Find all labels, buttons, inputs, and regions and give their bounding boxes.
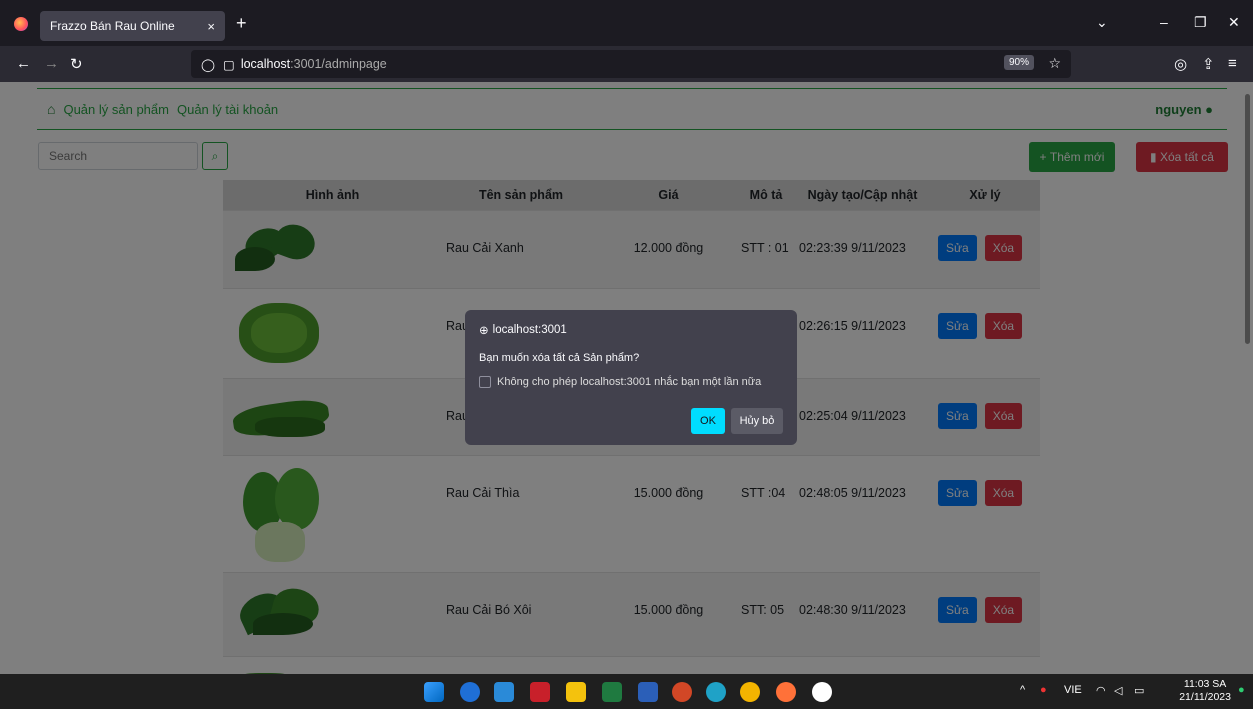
language-indicator[interactable]: VIE xyxy=(1064,684,1082,696)
dialog-checkbox-label: Không cho phép localhost:3001 nhắc bạn m… xyxy=(497,376,762,388)
dialog-message: Bạn muốn xóa tất cả Sản phẩm? xyxy=(479,352,640,364)
bookmark-star-icon[interactable]: ☆ xyxy=(1048,55,1061,72)
new-tab-button[interactable]: + xyxy=(236,13,247,34)
taskbar: ^ ● VIE ◠ ◁ ▭ 11:03 SA 21/11/2023 ● xyxy=(0,674,1253,709)
extensions-icon[interactable]: ⇪ xyxy=(1202,55,1215,73)
wifi-icon[interactable]: ◠ xyxy=(1096,684,1106,697)
chrome-icon[interactable] xyxy=(740,682,760,702)
url-host: localhost xyxy=(240,57,291,71)
browser-tab[interactable]: Frazzo Bán Rau Online × xyxy=(40,11,225,41)
reload-icon[interactable]: ↻ xyxy=(70,55,83,73)
url-path: :3001/adminpage xyxy=(290,57,387,71)
forward-icon[interactable]: → xyxy=(44,55,59,72)
globe-icon: ⊕ xyxy=(479,325,489,337)
zoom-badge[interactable]: 90% xyxy=(1003,55,1034,70)
shield-icon: ◯ xyxy=(201,57,215,72)
tab-title: Frazzo Bán Rau Online xyxy=(50,19,175,33)
tab-list-icon[interactable]: ⌄ xyxy=(1096,14,1108,31)
url-bar[interactable]: ◯ ▢ localhost:3001/adminpage 90% ☆ xyxy=(191,50,1071,78)
windows-start-icon[interactable] xyxy=(424,682,444,702)
firefox-taskbar-icon[interactable] xyxy=(776,682,796,702)
menu-icon[interactable]: ≡ xyxy=(1228,55,1237,72)
cancel-button[interactable]: Hủy bỏ xyxy=(731,408,783,434)
back-icon[interactable]: ← xyxy=(16,55,31,72)
dialog-checkbox[interactable] xyxy=(479,376,491,388)
tray-chevron-icon[interactable]: ^ xyxy=(1020,684,1025,696)
pocket-icon[interactable]: ◎ xyxy=(1174,55,1187,73)
browser-navbar: ← → ↻ ◯ ▢ localhost:3001/adminpage 90% ☆… xyxy=(0,46,1253,82)
dialog-host: ⊕ localhost:3001 xyxy=(479,323,567,337)
word-icon[interactable] xyxy=(638,682,658,702)
tray-app-icon[interactable]: ● xyxy=(1040,684,1047,696)
tab-close-icon[interactable]: × xyxy=(207,19,215,34)
clock-time: 11:03 SA xyxy=(1183,678,1227,690)
page-icon: ▢ xyxy=(223,57,235,72)
notification-icon[interactable]: ● xyxy=(1238,684,1245,696)
battery-icon[interactable]: ▭ xyxy=(1134,684,1144,697)
close-window-icon[interactable]: ✕ xyxy=(1228,14,1240,31)
vscode-icon[interactable] xyxy=(494,682,514,702)
clock-date: 21/11/2023 xyxy=(1179,691,1231,703)
clock[interactable]: 11:03 SA 21/11/2023 xyxy=(1179,678,1231,704)
minimize-icon[interactable]: – xyxy=(1160,14,1168,30)
dialog-host-text: localhost:3001 xyxy=(492,324,567,336)
app-icon[interactable] xyxy=(530,682,550,702)
confirm-dialog: ⊕ localhost:3001 Bạn muốn xóa tất cả Sản … xyxy=(465,310,797,445)
dialog-checkbox-row[interactable]: Không cho phép localhost:3001 nhắc bạn m… xyxy=(479,376,761,388)
page-content: ⌂ Quản lý sản phẩm Quản lý tài khoản ngu… xyxy=(0,82,1253,674)
sticky-notes-icon[interactable] xyxy=(566,682,586,702)
edge-icon[interactable] xyxy=(706,682,726,702)
firefox-icon[interactable] xyxy=(14,17,28,31)
excel-icon[interactable] xyxy=(602,682,622,702)
app2-icon[interactable] xyxy=(812,682,832,702)
ok-button[interactable]: OK xyxy=(691,408,725,434)
volume-icon[interactable]: ◁ xyxy=(1114,684,1122,697)
zalo-icon[interactable] xyxy=(460,682,480,702)
restore-icon[interactable]: ❐ xyxy=(1194,14,1207,31)
powerpoint-icon[interactable] xyxy=(672,682,692,702)
browser-titlebar: Frazzo Bán Rau Online × + ⌄ – ❐ ✕ xyxy=(0,0,1253,46)
